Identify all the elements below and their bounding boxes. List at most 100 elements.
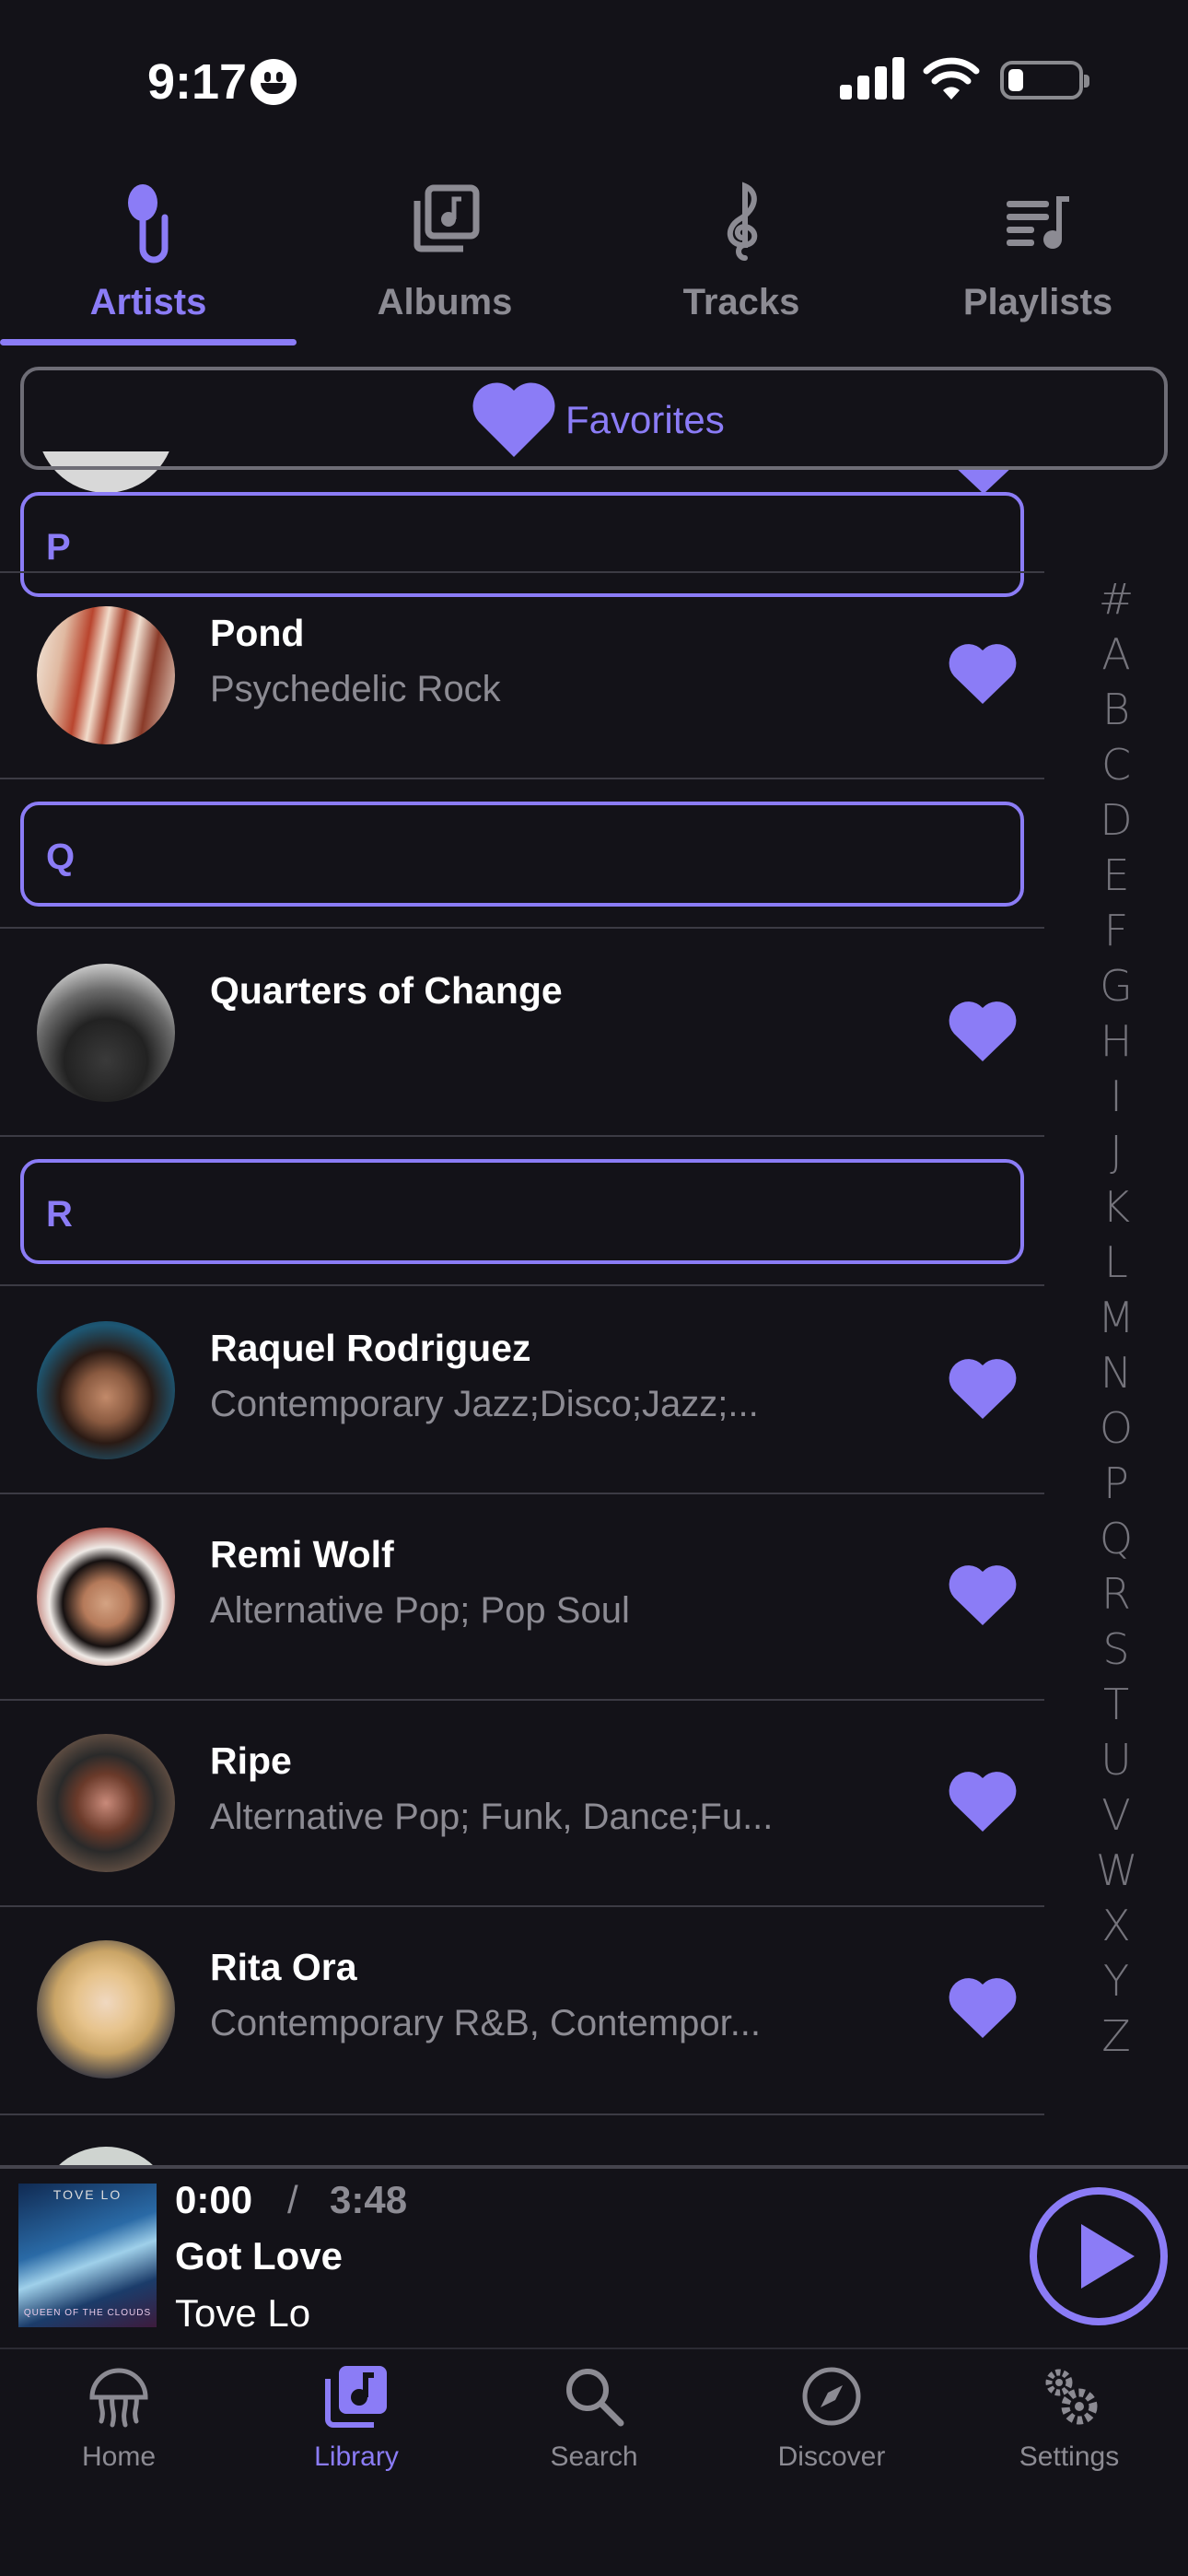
divider (0, 1135, 1044, 1137)
nav-label: Home (81, 2441, 157, 2472)
section-header-r: R (20, 1159, 1024, 1264)
artist-genre: Psychedelic Rock (210, 669, 501, 709)
alphabet-index-letter[interactable]: Y (1096, 1953, 1136, 2008)
artist-name: Raquel Rodriguez (210, 1327, 531, 1369)
alphabet-index-letter[interactable]: J (1096, 1124, 1136, 1179)
nav-search[interactable]: Search (475, 2364, 713, 2484)
gear-icon (1045, 2369, 1098, 2425)
artist-genre: Alternative Pop; Funk, Dance;Fu... (210, 1797, 774, 1837)
track-duration: 3:48 (330, 2178, 408, 2221)
divider (0, 2348, 1188, 2349)
treble-clef-icon (728, 181, 758, 261)
alphabet-index-letter[interactable]: # (1096, 571, 1136, 626)
tab-albums[interactable]: Albums (297, 173, 593, 348)
artist-row[interactable]: Quarters of Change (0, 931, 1044, 1137)
alphabet-index[interactable]: # A B C D E F G H I J K L M N O P Q R S T U V W X Y Z (1096, 571, 1137, 2064)
artist-avatar (37, 1321, 175, 1459)
alphabet-index-letter[interactable]: C (1096, 737, 1136, 792)
alphabet-index-letter[interactable]: K (1096, 1179, 1136, 1235)
artist-avatar (37, 1528, 175, 1666)
artist-name: Remi Wolf (210, 1533, 394, 1575)
alphabet-index-letter[interactable]: G (1096, 958, 1136, 1013)
divider (0, 2113, 1044, 2115)
active-tab-indicator (0, 339, 297, 345)
artist-row[interactable]: Raquel Rodriguez Contemporary Jazz;Disco… (0, 1288, 1044, 1494)
divider (0, 1284, 1044, 1286)
artist-row[interactable]: Ripe Alternative Pop; Funk, Dance;Fu... (0, 1701, 1044, 1907)
nav-settings[interactable]: Settings (950, 2364, 1188, 2484)
tab-label: Tracks (682, 282, 800, 322)
alphabet-index-letter[interactable]: X (1096, 1898, 1136, 1953)
smiley-icon (250, 59, 297, 105)
artist-genre: Contemporary R&B, Contempor... (210, 2003, 762, 2043)
tab-label: Albums (377, 282, 513, 322)
heart-icon (954, 466, 1013, 494)
alphabet-index-letter[interactable]: P (1096, 1456, 1136, 1511)
section-header-q: Q (20, 802, 1024, 907)
cellular-signal-icon (840, 57, 906, 100)
alphabet-index-letter[interactable]: O (1096, 1400, 1136, 1456)
tab-tracks[interactable]: Tracks (593, 173, 890, 348)
status-time: 9:17 (147, 54, 248, 110)
nav-label: Discover (777, 2441, 886, 2472)
alphabet-index-letter[interactable]: S (1096, 1622, 1136, 1677)
track-artist: Tove Lo (175, 2291, 311, 2335)
microphone-icon (128, 184, 169, 263)
search-icon (566, 2369, 624, 2427)
nav-discover[interactable]: Discover (713, 2364, 950, 2484)
nav-label: Search (550, 2441, 638, 2472)
alphabet-index-letter[interactable]: R (1096, 1566, 1136, 1622)
nav-home[interactable]: Home (0, 2364, 238, 2484)
alphabet-index-letter[interactable]: W (1096, 1843, 1137, 1898)
alphabet-index-letter[interactable]: M (1096, 1290, 1136, 1345)
favorite-heart-icon[interactable] (949, 1564, 1017, 1627)
album-cover[interactable]: TOVE LO QUEEN OF THE CLOUDS (18, 2184, 157, 2327)
play-button[interactable] (1030, 2187, 1168, 2325)
artist-row[interactable]: Remi Wolf Alternative Pop; Pop Soul (0, 1494, 1044, 1701)
jellyfish-icon (89, 2368, 148, 2428)
album-icon (413, 184, 480, 252)
artist-avatar (37, 964, 175, 1102)
alphabet-index-letter[interactable]: V (1096, 1787, 1136, 1843)
alphabet-index-letter[interactable]: E (1096, 848, 1136, 903)
alphabet-index-letter[interactable]: T (1096, 1677, 1136, 1732)
alphabet-index-letter[interactable]: F (1096, 903, 1136, 958)
favorite-heart-icon[interactable] (949, 1977, 1017, 2040)
alphabet-index-letter[interactable]: Q (1096, 1511, 1136, 1566)
favorite-heart-icon[interactable] (949, 1771, 1017, 1833)
favorites-filter-button[interactable]: Favorites (20, 367, 1168, 470)
alphabet-index-letter[interactable]: N (1096, 1345, 1136, 1400)
cover-title-text: QUEEN OF THE CLOUDS (23, 2308, 152, 2318)
track-title: Got Love (175, 2234, 344, 2277)
nav-library[interactable]: Library (238, 2364, 475, 2484)
alphabet-index-letter[interactable]: H (1096, 1013, 1136, 1069)
artist-row[interactable]: Rita Ora Contemporary R&B, Contempor... (0, 1907, 1044, 2113)
alphabet-index-letter[interactable]: I (1096, 1069, 1136, 1124)
favorites-label: Favorites (565, 398, 725, 441)
battery-icon (1000, 61, 1089, 100)
time-separator: / (287, 2178, 298, 2221)
cover-artist-text: TOVE LO (52, 2187, 122, 2202)
nav-label: Settings (1019, 2441, 1120, 2472)
favorite-heart-icon[interactable] (949, 1358, 1017, 1421)
avatar (37, 2147, 175, 2167)
alphabet-index-letter[interactable]: D (1096, 792, 1136, 848)
tab-playlists[interactable]: Playlists (890, 173, 1186, 348)
artist-name: Ripe (210, 1739, 292, 1782)
alphabet-index-letter[interactable]: B (1096, 682, 1136, 737)
alphabet-index-letter[interactable]: A (1096, 626, 1136, 682)
heart-icon (472, 382, 555, 457)
divider (0, 927, 1044, 929)
alphabet-index-letter[interactable]: Z (1096, 2008, 1136, 2064)
tab-artists[interactable]: Artists (0, 173, 297, 348)
artist-avatar (37, 606, 175, 744)
favorite-heart-icon[interactable] (949, 643, 1017, 706)
artist-genre: Contemporary Jazz;Disco;Jazz;... (210, 1384, 759, 1424)
artist-row[interactable]: Pond Psychedelic Rock (0, 573, 1044, 779)
artist-name: Quarters of Change (210, 969, 563, 1012)
alphabet-index-letter[interactable]: L (1096, 1235, 1136, 1290)
favorite-heart-icon[interactable] (949, 1001, 1017, 1063)
nav-label: Library (314, 2441, 399, 2472)
current-time: 0:00 (175, 2178, 253, 2221)
alphabet-index-letter[interactable]: U (1096, 1732, 1136, 1787)
